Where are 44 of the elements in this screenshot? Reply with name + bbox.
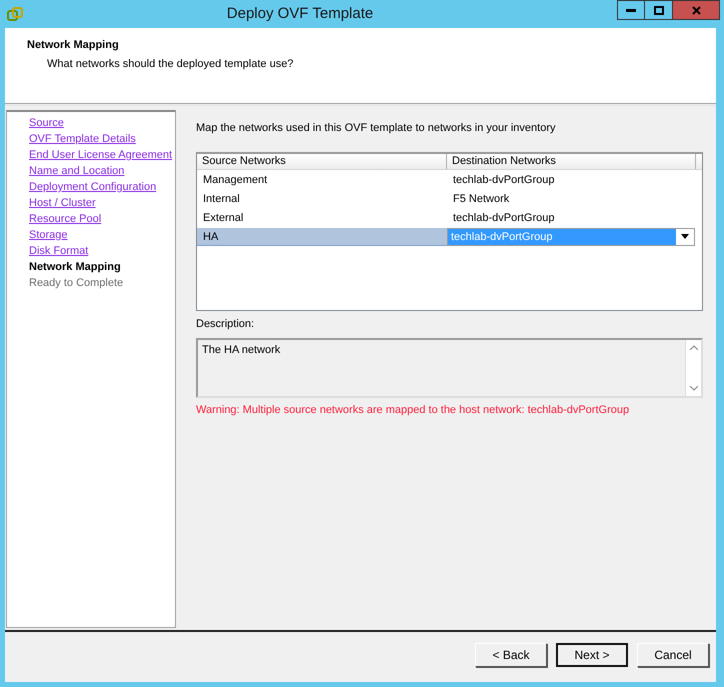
table-cell-text: techlab-dvPortGroup — [452, 210, 556, 226]
close-icon — [692, 6, 700, 14]
table-row[interactable]: HA techlab-dvPortGroup — [197, 228, 702, 246]
step-link[interactable]: Disk Format — [29, 243, 88, 259]
warning-text: Warning: Multiple source networks are mapped to the host network: techlab-dvPortGroup — [196, 403, 630, 418]
table-cell-text: Management — [202, 172, 268, 188]
column-header: Destination Networks — [447, 154, 696, 168]
page-subtitle: What networks should the deployed template use? — [47, 56, 294, 72]
minimize-button[interactable] — [617, 0, 645, 20]
scrollbar[interactable] — [685, 340, 701, 396]
current-step: Network Mapping — [29, 259, 121, 275]
window-title: Deploy OVF Template — [226, 4, 374, 24]
page-title: Network Mapping — [27, 38, 119, 53]
intro-text: Map the networks used in this OVF template to networks in your inventory — [196, 121, 556, 136]
step-link[interactable]: Resource Pool — [29, 211, 102, 227]
step-link[interactable]: Name and Location — [29, 163, 124, 179]
step-link[interactable]: Source — [29, 115, 64, 131]
dialog-button[interactable]: Cancel — [637, 643, 709, 667]
dropdown-arrow-icon — [681, 234, 689, 239]
close-button[interactable] — [673, 0, 720, 20]
table-row[interactable]: External techlab-dvPortGroup — [197, 208, 702, 226]
maximize-icon — [654, 6, 664, 14]
dialog-button[interactable]: Next > — [556, 643, 628, 667]
pending-step: Ready to Complete — [29, 275, 124, 291]
table-cell-text: Internal — [202, 192, 241, 206]
table-cell-text: F5 Network — [452, 192, 510, 206]
table-cell-text: techlab-dvPortGroup — [452, 172, 556, 188]
step-link[interactable]: Host / Cluster — [29, 195, 96, 211]
step-link[interactable]: Storage — [29, 227, 68, 243]
description-text: The HA network — [201, 343, 282, 358]
step-link[interactable]: OVF Template Details — [29, 131, 136, 147]
step-link[interactable]: Deployment Configuration — [29, 179, 156, 195]
dialog-button[interactable]: < Back — [475, 643, 547, 667]
description-label: Description: — [196, 316, 254, 332]
app-logo-icon — [7, 6, 23, 22]
step-link[interactable]: End User License Agreement — [29, 147, 172, 163]
scroll-up-icon — [690, 345, 698, 350]
scroll-down-icon — [690, 386, 698, 391]
table-cell: HA — [197, 228, 447, 246]
minimize-icon — [626, 8, 636, 12]
table-cell-text: External — [202, 210, 244, 226]
table-row[interactable]: Management techlab-dvPortGroup — [197, 170, 702, 188]
table-row[interactable]: Internal F5 Network — [197, 190, 702, 208]
column-header: Source Networks — [197, 154, 447, 168]
